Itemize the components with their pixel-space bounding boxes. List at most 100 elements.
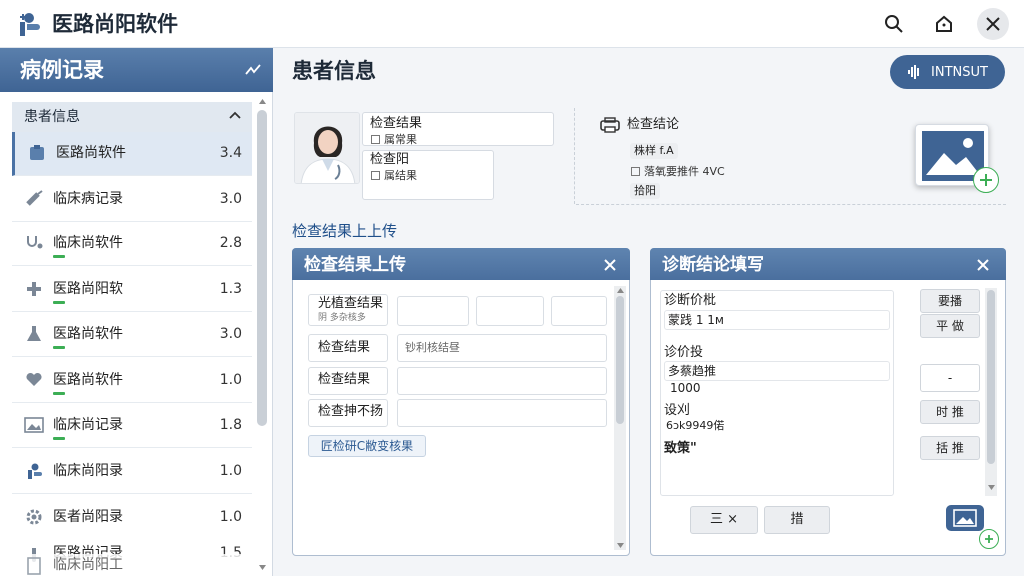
progress-indicator	[53, 255, 65, 258]
upload-input[interactable]	[397, 367, 607, 395]
stethoscope-icon	[27, 236, 43, 249]
add-image-button[interactable]	[973, 167, 999, 193]
scroll-up-icon[interactable]	[616, 286, 625, 294]
list-item-label: 临床病记录	[53, 191, 123, 207]
image-icon	[24, 417, 44, 433]
search-icon	[885, 15, 903, 33]
progress-indicator	[53, 437, 65, 440]
list-item[interactable]: 医路尚阳软 1.3	[12, 268, 252, 312]
upload-row-label: 检查抻不扬	[318, 404, 384, 419]
list-item[interactable]: 医路尚软件 3.0	[12, 313, 252, 357]
chevron-up-icon[interactable]	[229, 110, 241, 120]
checkbox[interactable]	[371, 171, 380, 180]
diagnosis-scroll-thumb[interactable]	[987, 290, 995, 464]
upload-row-label: 检查结果	[318, 340, 371, 355]
patient-group-label: 患者信息	[24, 109, 80, 125]
list-item[interactable]: 临床尚软件 2.8	[12, 222, 252, 266]
collapse-icon[interactable]	[244, 62, 262, 78]
list-item-label: 临床尚记录	[53, 417, 123, 433]
list-item-label: 医路尚阳软	[53, 281, 123, 297]
printer-icon	[600, 117, 620, 133]
scroll-down-icon[interactable]	[987, 484, 996, 492]
diagnosis-action-button[interactable]: 括 推	[920, 436, 980, 460]
list-item[interactable]: 临床尚记录 1.8	[12, 404, 252, 448]
diagnosis-field-label: 设刈	[664, 403, 691, 418]
upload-slot-3[interactable]	[551, 296, 607, 326]
upload-slot-1[interactable]	[397, 296, 469, 326]
diagnosis-field-label: 诊价投	[664, 345, 704, 360]
close-button[interactable]	[977, 8, 1009, 40]
scroll-up-icon[interactable]	[258, 97, 267, 105]
diagnosis-action-button[interactable]: 时 推	[920, 400, 980, 424]
upload-row-label: 光植查结果	[318, 296, 384, 311]
upload-panel-title: 检查结果上传	[304, 255, 406, 275]
image-icon	[953, 509, 977, 527]
attach-image-button[interactable]	[946, 505, 984, 531]
checkbox[interactable]	[631, 167, 640, 176]
list-footer-label: 临床尚阳工	[53, 557, 123, 573]
list-footer-item[interactable]: 临床尚阳工	[12, 554, 252, 576]
list-item-value: 1.8	[219, 417, 242, 433]
flask-icon	[27, 326, 41, 341]
upload-row-sub: 阴 多杂核多	[318, 313, 366, 323]
upload-link-button[interactable]: 匠检研C敝变核果	[308, 435, 426, 457]
upload-row-label: 检查结果	[318, 372, 371, 387]
list-item[interactable]: 医者尚阳录 1.0	[12, 496, 252, 540]
diagnosis-field-label: 致策"	[664, 441, 697, 456]
diagnosis-field-value: 1000	[670, 381, 701, 395]
result-pill: 株样 f.A	[630, 143, 678, 159]
scroll-down-icon[interactable]	[258, 564, 267, 572]
scroll-down-icon[interactable]	[616, 542, 625, 550]
list-item[interactable]: 医路尚软件 3.4	[12, 132, 252, 176]
diagnosis-field-value: 多蔡趋推	[668, 364, 717, 378]
option-label: 落氧要推件 4VC	[644, 165, 725, 178]
close-icon[interactable]	[604, 259, 616, 271]
list-item[interactable]: 临床病记录 3.0	[12, 178, 252, 222]
audio-wave-icon	[908, 65, 920, 79]
divider	[574, 108, 575, 204]
list-item[interactable]: 临床尚阳录 1.0	[12, 450, 252, 494]
upload-input-placeholder: 钞利核结昼	[405, 341, 460, 354]
sidebar-title: 病例记录	[20, 58, 104, 82]
plus-icon	[985, 535, 993, 543]
result-option[interactable]: 落氧要推件 4VC	[631, 164, 725, 180]
upload-scroll-thumb[interactable]	[616, 296, 624, 424]
add-attachment-button[interactable]	[979, 529, 999, 549]
diagnosis-footer-button[interactable]: 措	[764, 506, 830, 534]
page-title: 患者信息	[292, 59, 376, 83]
diagnosis-field-value: 蒙践 1 1ᴍ	[668, 313, 724, 327]
heart-hands-icon	[26, 372, 42, 386]
diagnosis-footer-button[interactable]: 三 ×	[690, 506, 758, 534]
check-result-label: 检查结果	[370, 116, 423, 131]
check-option[interactable]: 属结果	[371, 168, 417, 184]
home-button[interactable]	[928, 8, 960, 40]
check-label: 检查阳	[370, 152, 410, 167]
sidebar-scroll-thumb[interactable]	[257, 110, 267, 426]
close-icon[interactable]	[977, 259, 989, 271]
checkbox[interactable]	[371, 135, 380, 144]
patient-photo	[294, 112, 360, 184]
medical-cross-icon	[27, 282, 41, 296]
diagnosis-action-button[interactable]: -	[920, 364, 980, 392]
upload-slot-2[interactable]	[476, 296, 544, 326]
divider	[576, 204, 1006, 205]
diagnosis-action-button[interactable]: 要播	[920, 289, 980, 313]
clipboard-icon	[30, 145, 44, 160]
diagnosis-action-button[interactable]: 平 做	[920, 314, 980, 338]
progress-indicator	[53, 346, 65, 349]
list-item[interactable]: 医路尚软件 1.0	[12, 359, 252, 403]
result-block-title: 检查结论	[627, 117, 680, 132]
list-item-value: 1.0	[219, 463, 242, 479]
record-list: 医路尚软件 3.4 临床病记录 3.0 临床尚软件 2.8 医路尚阳软 1.3 …	[12, 132, 252, 576]
option-label: 属常果	[384, 133, 417, 146]
list-item-label: 医路尚软件	[53, 326, 123, 342]
caduceus-icon	[28, 463, 42, 479]
diagnosis-field-value: 6ɔk9949偌	[666, 419, 725, 432]
search-button[interactable]	[878, 8, 910, 40]
syringe-icon	[26, 190, 43, 206]
check-result-option[interactable]: 属常果	[371, 132, 417, 148]
upload-input[interactable]	[397, 399, 607, 427]
diagnosis-panel-title: 诊断结论填写	[662, 255, 764, 275]
list-item-label: 临床尚软件	[53, 235, 123, 251]
voice-input-button[interactable]: INTNSUT	[890, 55, 1005, 89]
